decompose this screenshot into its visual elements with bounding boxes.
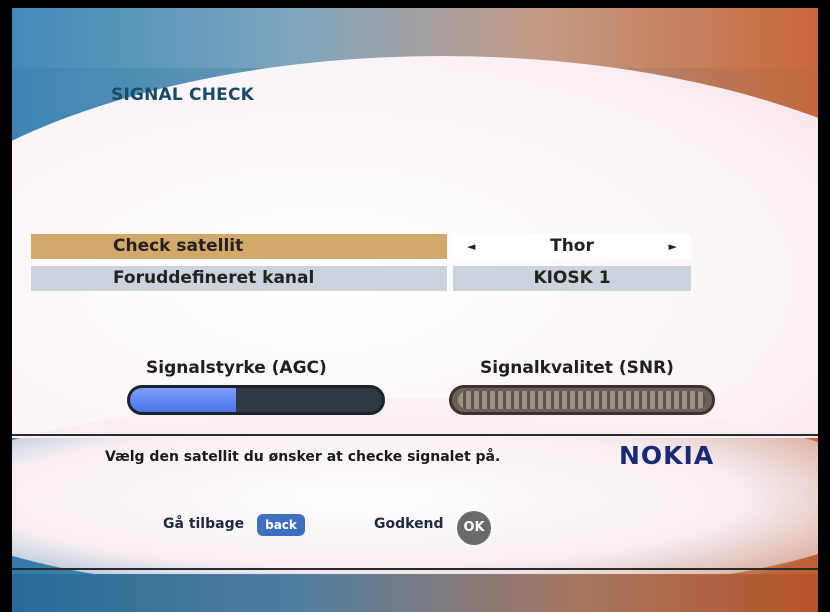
brand-logo: NOKIA xyxy=(619,441,715,470)
channel-value: KIOSK 1 xyxy=(453,266,691,291)
satellite-label: Check satellit xyxy=(31,234,447,259)
snr-label: Signalkvalitet (SNR) xyxy=(480,358,674,378)
satellite-value: Thor xyxy=(550,236,594,256)
divider-bottom xyxy=(12,568,818,570)
page-title: SIGNAL CHECK xyxy=(111,85,255,105)
bottom-band xyxy=(12,574,818,612)
ok-button[interactable]: OK xyxy=(457,511,491,545)
snr-meter-fill xyxy=(458,391,706,409)
divider-top xyxy=(12,434,818,436)
tv-screen: SIGNAL CHECK Check satellit ◄ Thor ► For… xyxy=(0,0,830,612)
satellite-selector[interactable]: ◄ Thor ► xyxy=(453,234,691,259)
back-label: Gå tilbage xyxy=(163,516,245,532)
help-text: Vælg den satellit du ønsker at checke si… xyxy=(105,449,501,465)
snr-meter xyxy=(449,385,715,415)
agc-meter xyxy=(127,385,385,415)
ok-label: Godkend xyxy=(374,516,444,532)
agc-meter-fill xyxy=(130,388,236,412)
arrow-left-icon[interactable]: ◄ xyxy=(467,234,475,259)
agc-label: Signalstyrke (AGC) xyxy=(146,358,327,378)
arrow-right-icon[interactable]: ► xyxy=(669,234,677,259)
back-button[interactable]: back xyxy=(257,514,305,536)
channel-label: Foruddefineret kanal xyxy=(31,266,447,291)
